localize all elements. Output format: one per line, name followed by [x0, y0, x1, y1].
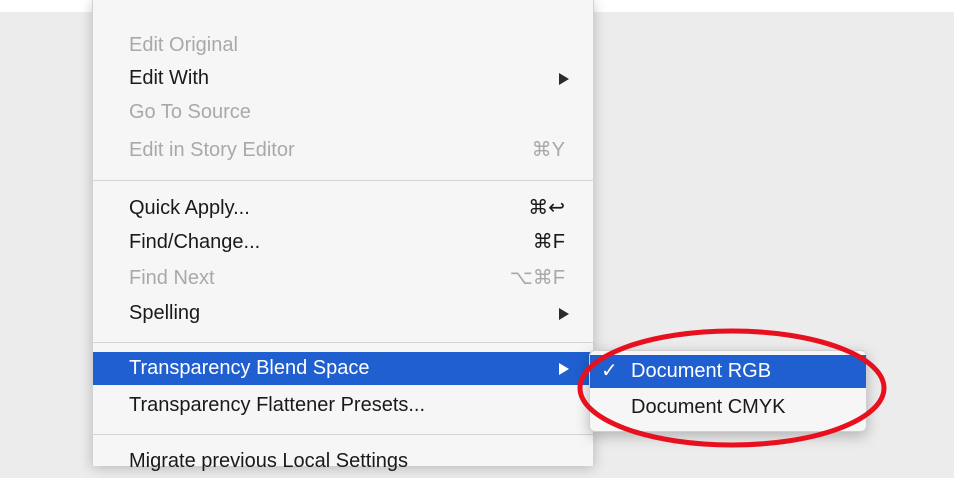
menu-separator	[93, 180, 593, 181]
transparency-blend-space-submenu: ✓ Document RGB Document CMYK	[589, 350, 867, 432]
menu-item-migrate-previous-local-settings[interactable]: Migrate previous Local Settings	[93, 445, 593, 478]
menu-item-label: Spelling	[129, 302, 201, 324]
submenu-item-document-cmyk[interactable]: Document CMYK	[590, 391, 866, 424]
menu-item-label: Find Next	[129, 267, 215, 289]
submenu-item-label: Document RGB	[631, 360, 772, 382]
menu-item-label: Migrate previous Local Settings	[129, 450, 409, 472]
menu-item-edit-in-story-editor[interactable]: Edit in Story Editor ⌘Y	[93, 134, 593, 167]
menu-item-shortcut: ⌥⌘F	[509, 267, 565, 289]
menu-item-label: Transparency Flattener Presets...	[129, 394, 426, 416]
menu-item-label: Edit in Story Editor	[129, 139, 295, 161]
menu-item-quick-apply[interactable]: Quick Apply... ⌘↩	[93, 192, 593, 225]
menu-item-label: Find/Change...	[129, 231, 261, 253]
menu-separator	[93, 342, 593, 343]
menu-item-label: Transparency Blend Space	[129, 357, 370, 379]
menu-item-find-change[interactable]: Find/Change... ⌘F	[93, 226, 593, 259]
submenu-item-document-rgb[interactable]: ✓ Document RGB	[590, 355, 866, 388]
menu-item-label: Edit With	[129, 67, 210, 89]
menu-item-find-next[interactable]: Find Next ⌥⌘F	[93, 262, 593, 295]
edit-menu: Edit Original Edit With Go To Source Edi…	[92, 0, 594, 472]
checkmark-icon: ✓	[601, 360, 618, 382]
menu-item-shortcut: ⌘↩	[528, 197, 565, 219]
submenu-arrow-icon	[559, 73, 569, 85]
menu-item-transparency-flattener-presets[interactable]: Transparency Flattener Presets...	[93, 389, 593, 422]
menu-item-label: Edit Original	[129, 34, 238, 56]
submenu-item-label: Document CMYK	[631, 396, 786, 418]
submenu-arrow-icon	[559, 308, 569, 320]
menu-item-transparency-blend-space[interactable]: Transparency Blend Space	[93, 352, 593, 385]
menu-item-go-to-source[interactable]: Go To Source	[93, 96, 593, 129]
menu-item-label: Quick Apply...	[129, 197, 250, 219]
submenu-arrow-icon	[559, 363, 569, 375]
menu-item-label: Go To Source	[129, 101, 251, 123]
menu-separator	[93, 434, 593, 435]
menu-item-shortcut: ⌘F	[532, 231, 565, 253]
menu-item-spelling[interactable]: Spelling	[93, 297, 593, 330]
menu-item-shortcut: ⌘Y	[531, 139, 565, 161]
menu-item-edit-original[interactable]: Edit Original	[93, 29, 593, 62]
menu-item-edit-with[interactable]: Edit With	[93, 62, 593, 95]
